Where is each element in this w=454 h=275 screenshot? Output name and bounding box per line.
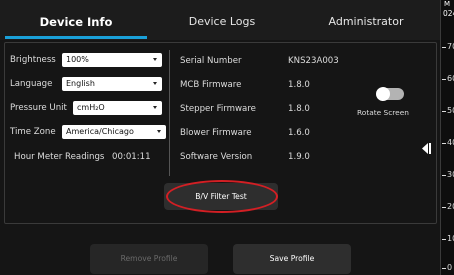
blower-firmware-value: 1.6.0 — [288, 128, 310, 138]
time-zone-value: America/Chicago — [66, 127, 134, 136]
scale-tick — [442, 79, 446, 80]
scale-tick-label: 40 — [447, 138, 454, 147]
tab-administrator[interactable]: Administrator — [296, 0, 436, 38]
scale-tick-label: 10 — [447, 234, 454, 243]
chevron-down-icon — [157, 130, 161, 133]
scale-tick-label: 50 — [447, 106, 454, 115]
pressure-unit-value: cmH₂O — [77, 103, 105, 112]
scale-tick — [442, 239, 446, 240]
pressure-unit-label: Pressure Unit — [10, 103, 67, 113]
stepper-firmware-label: Stepper Firmware — [180, 104, 256, 114]
chevron-down-icon — [153, 58, 157, 61]
software-version-label: Software Version — [180, 152, 253, 162]
save-profile-button[interactable]: Save Profile — [233, 244, 351, 274]
scale-tick — [442, 268, 446, 269]
time-zone-select[interactable]: America/Chicago — [62, 125, 166, 139]
scale-tick-label: 0 — [447, 263, 453, 272]
scale-tick — [442, 207, 446, 208]
hour-meter-label: Hour Meter Readings — [14, 152, 105, 162]
tab-device-logs[interactable]: Device Logs — [152, 0, 292, 38]
column-divider — [169, 50, 170, 176]
tab-device-info[interactable]: Device Info — [5, 0, 147, 38]
hour-meter-value: 00:01:11 — [112, 152, 151, 162]
brightness-value: 100% — [66, 55, 89, 64]
serial-number-value: KNS23A003 — [288, 56, 339, 66]
remove-profile-button[interactable]: Remove Profile — [90, 244, 208, 274]
scale-tick-label: 70 — [447, 42, 454, 51]
brightness-label: Brightness — [10, 55, 56, 65]
scale-tick-label: 20 — [447, 202, 454, 211]
language-select[interactable]: English — [62, 77, 162, 91]
scale-tick-label: 30 — [447, 170, 454, 179]
mcb-firmware-label: MCB Firmware — [180, 80, 242, 90]
tab-bar: Device Info Device Logs Administrator — [0, 0, 440, 40]
rotate-screen-label: Rotate Screen — [357, 108, 409, 117]
scale-top-letter: M — [444, 0, 451, 8]
mcb-firmware-value: 1.8.0 — [288, 80, 310, 90]
scale-tick — [442, 47, 446, 48]
scale-tick-label: 60 — [447, 74, 454, 83]
scale-tick — [442, 111, 446, 112]
toggle-knob — [376, 87, 390, 101]
device-settings-panel: Device Info Device Logs Administrator Br… — [0, 0, 440, 275]
active-tab-indicator — [5, 36, 147, 39]
brightness-select[interactable]: 100% — [62, 53, 162, 67]
chevron-down-icon — [153, 106, 157, 109]
scale-tick — [442, 175, 446, 176]
blower-firmware-label: Blower Firmware — [180, 128, 252, 138]
collapse-panel-icon[interactable] — [422, 143, 431, 157]
language-label: Language — [10, 79, 53, 89]
scale-tick — [442, 143, 446, 144]
pressure-scale: M 024 70 60 50 40 30 20 10 0 — [440, 0, 454, 275]
language-value: English — [66, 79, 95, 88]
serial-number-label: Serial Number — [180, 56, 242, 66]
stepper-firmware-value: 1.8.0 — [288, 104, 310, 114]
software-version-value: 1.9.0 — [288, 152, 310, 162]
scale-top-value: 024 — [443, 9, 454, 18]
rotate-screen-toggle[interactable] — [376, 87, 404, 101]
pressure-unit-select[interactable]: cmH₂O — [73, 101, 162, 115]
filter-test-button[interactable]: B/V Filter Test — [164, 183, 278, 210]
chevron-down-icon — [153, 82, 157, 85]
time-zone-label: Time Zone — [10, 127, 56, 137]
